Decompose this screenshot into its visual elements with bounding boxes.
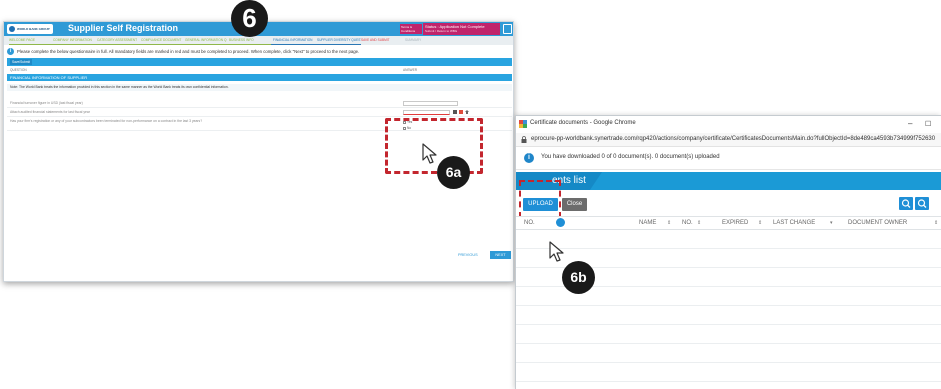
question-text: Attach audited financial statements for …: [10, 110, 90, 114]
progress-bar-active: [271, 44, 361, 45]
close-button[interactable]: Close: [562, 198, 587, 211]
sort-icon[interactable]: ⇕: [934, 220, 938, 226]
column-name[interactable]: NAME: [639, 220, 656, 226]
table-row: [516, 363, 941, 382]
section-title: FINANCIAL INFORMATION OF SUPPLIER: [7, 74, 512, 81]
step-badge: 6: [231, 0, 268, 37]
documents-toolbar: UPLOAD Close: [516, 190, 941, 214]
select-all-toggle[interactable]: [556, 218, 565, 227]
info-banner: i Please complete the below questionnair…: [7, 47, 512, 56]
world-bank-logo: WORLD BANK GROUP: [7, 24, 53, 34]
column-last-change[interactable]: LAST CHANGE: [773, 220, 815, 226]
app-icon: [519, 120, 527, 128]
status-badge[interactable]: Status : Application Not Complete Submit…: [423, 23, 500, 35]
column-number[interactable]: NO.: [682, 220, 693, 226]
column-question: QUESTION: [10, 68, 27, 72]
status-subtext: Submit / Return to WBG: [425, 29, 458, 33]
statements-file-field[interactable]: [403, 110, 450, 115]
download-status-bar: i You have downloaded 0 of 0 document(s)…: [516, 147, 941, 170]
screenshot-stage: { "callouts": { "step_badge": "6", "labe…: [0, 0, 941, 389]
callout-6a: 6a: [437, 156, 470, 189]
callout-6b: 6b: [562, 261, 595, 294]
maximize-icon[interactable]: ☐: [925, 120, 931, 128]
zoom-icon: [901, 199, 911, 208]
table-row: [516, 306, 941, 325]
sort-icon[interactable]: ⇕: [697, 220, 701, 226]
attach-icon[interactable]: [453, 110, 457, 114]
document-icon[interactable]: [503, 24, 512, 34]
column-document-owner[interactable]: DOCUMENT OWNER: [848, 220, 907, 226]
address-bar[interactable]: eprocure-pp-worldbank.synertrade.com/rqp…: [516, 133, 941, 147]
next-button[interactable]: NEXT: [490, 251, 511, 259]
logo-text: WORLD BANK GROUP: [17, 27, 50, 31]
certificate-documents-window: Certificate documents - Google Chrome – …: [515, 115, 941, 389]
step-save-submit[interactable]: Save and Submit: [361, 36, 405, 45]
progress-bar-done: [9, 44, 271, 45]
highlight-upload-button: [519, 180, 561, 218]
info-text: Please complete the below questionnaire …: [17, 49, 360, 54]
lock-icon: [521, 136, 527, 143]
column-no[interactable]: NO.: [524, 220, 535, 226]
step-summary[interactable]: Summary: [405, 36, 449, 45]
minimize-icon[interactable]: –: [908, 119, 912, 128]
question-text: Financial turnover figure in USD (last f…: [10, 101, 83, 105]
cursor-arrow-icon: [549, 241, 564, 262]
tab-save-submit[interactable]: Save/Submit: [10, 59, 32, 65]
delete-icon[interactable]: [459, 110, 463, 114]
documents-table-header: NO. NAME ⇕ NO. ⇕ EXPIRED ⇕ LAST CHANGE ▾…: [516, 216, 941, 230]
sort-icon[interactable]: ⇕: [758, 220, 762, 226]
confidentiality-note: Note: The World Bank treats the informat…: [7, 84, 512, 91]
question-row-turnover: Financial turnover figure in USD (last f…: [7, 99, 512, 108]
table-row: [516, 325, 941, 344]
sort-desc-icon[interactable]: ▾: [830, 220, 833, 226]
upload-icon[interactable]: [465, 110, 469, 114]
search-button[interactable]: [915, 197, 929, 210]
column-answer: ANSWER: [403, 68, 417, 72]
zoom-search-button[interactable]: [899, 197, 913, 210]
tab-bar: Save/Submit: [7, 58, 512, 66]
globe-icon: [9, 26, 15, 32]
table-header: QUESTION ANSWER: [7, 67, 512, 73]
download-status-text: You have downloaded 0 of 0 document(s). …: [541, 154, 720, 160]
column-expired[interactable]: EXPIRED: [722, 220, 748, 226]
question-row-financial-statements: Attach audited financial statements for …: [7, 108, 512, 117]
search-icon: [917, 199, 927, 208]
cursor-arrow-icon: [422, 143, 437, 164]
previous-link[interactable]: PREVIOUS: [458, 253, 478, 257]
table-row: [516, 344, 941, 363]
window-title: Certificate documents - Google Chrome: [530, 120, 636, 126]
sort-icon[interactable]: ⇕: [667, 220, 671, 226]
window-titlebar: Certificate documents - Google Chrome – …: [516, 116, 941, 133]
info-icon: i: [524, 153, 534, 163]
terms-link[interactable]: Terms & Conditions: [400, 24, 422, 34]
question-text: Has your firm's registration or any of y…: [10, 119, 203, 123]
turnover-input[interactable]: [403, 101, 458, 106]
page-title: Supplier Self Registration: [68, 23, 179, 33]
info-icon: i: [7, 48, 14, 55]
table-row: [516, 230, 941, 249]
url-text[interactable]: eprocure-pp-worldbank.synertrade.com/rqp…: [531, 136, 935, 142]
